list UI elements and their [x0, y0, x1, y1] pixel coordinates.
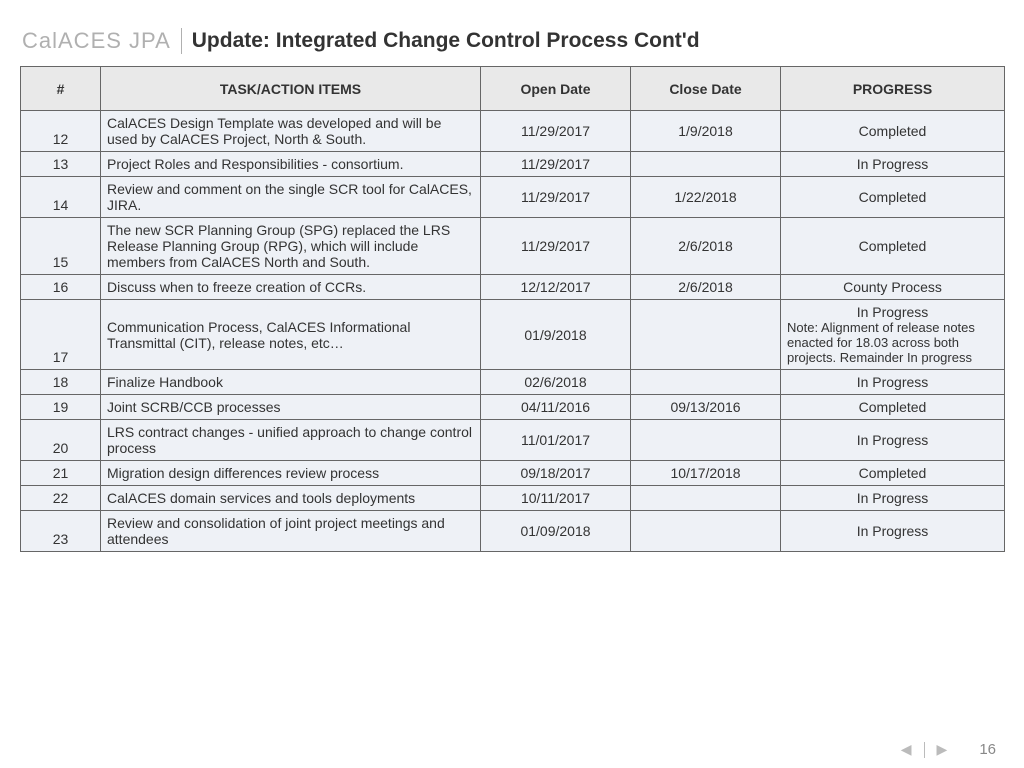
cell-task: Review and consolidation of joint projec…: [101, 511, 481, 552]
table-row: 13Project Roles and Responsibilities - c…: [21, 152, 1005, 177]
next-slide-button[interactable]: ▶: [933, 741, 952, 758]
cell-task: Communication Process, CalACES Informati…: [101, 300, 481, 370]
cell-task: Finalize Handbook: [101, 370, 481, 395]
page-number: 16: [979, 741, 996, 758]
cell-num: 21: [21, 461, 101, 486]
cell-task: Migration design differences review proc…: [101, 461, 481, 486]
cell-close-date: [631, 420, 781, 461]
cell-open-date: 11/29/2017: [481, 111, 631, 152]
cell-close-date: [631, 370, 781, 395]
cell-close-date: [631, 300, 781, 370]
cell-num: 22: [21, 486, 101, 511]
table-header-row: # TASK/ACTION ITEMS Open Date Close Date…: [21, 67, 1005, 111]
cell-num: 20: [21, 420, 101, 461]
cell-progress: In ProgressNote: Alignment of release no…: [781, 300, 1005, 370]
table-row: 14Review and comment on the single SCR t…: [21, 177, 1005, 218]
cell-open-date: 11/29/2017: [481, 218, 631, 275]
nav-separator: [924, 742, 925, 758]
cell-open-date: 09/18/2017: [481, 461, 631, 486]
cell-task: CalACES domain services and tools deploy…: [101, 486, 481, 511]
table-row: 22CalACES domain services and tools depl…: [21, 486, 1005, 511]
col-header-num: #: [21, 67, 101, 111]
cell-open-date: 10/11/2017: [481, 486, 631, 511]
table-row: 15The new SCR Planning Group (SPG) repla…: [21, 218, 1005, 275]
cell-open-date: 11/01/2017: [481, 420, 631, 461]
cell-progress: Completed: [781, 111, 1005, 152]
col-header-close: Close Date: [631, 67, 781, 111]
page-title: Update: Integrated Change Control Proces…: [182, 29, 700, 53]
cell-num: 16: [21, 275, 101, 300]
cell-num: 18: [21, 370, 101, 395]
cell-task: CalACES Design Template was developed an…: [101, 111, 481, 152]
cell-num: 19: [21, 395, 101, 420]
cell-close-date: 1/22/2018: [631, 177, 781, 218]
cell-task: Project Roles and Responsibilities - con…: [101, 152, 481, 177]
cell-task: Review and comment on the single SCR too…: [101, 177, 481, 218]
cell-close-date: 2/6/2018: [631, 275, 781, 300]
action-items-table: # TASK/ACTION ITEMS Open Date Close Date…: [20, 66, 1005, 552]
cell-progress: In Progress: [781, 486, 1005, 511]
cell-progress: Completed: [781, 218, 1005, 275]
cell-task: The new SCR Planning Group (SPG) replace…: [101, 218, 481, 275]
cell-progress: Completed: [781, 461, 1005, 486]
cell-progress: In Progress: [781, 420, 1005, 461]
cell-num: 17: [21, 300, 101, 370]
cell-num: 23: [21, 511, 101, 552]
table-row: 21Migration design differences review pr…: [21, 461, 1005, 486]
cell-progress: In Progress: [781, 511, 1005, 552]
prev-slide-button[interactable]: ◀: [897, 741, 916, 758]
cell-open-date: 01/9/2018: [481, 300, 631, 370]
col-header-progress: PROGRESS: [781, 67, 1005, 111]
cell-progress: In Progress: [781, 152, 1005, 177]
cell-open-date: 04/11/2016: [481, 395, 631, 420]
cell-close-date: [631, 511, 781, 552]
cell-open-date: 11/29/2017: [481, 177, 631, 218]
table-row: 17Communication Process, CalACES Informa…: [21, 300, 1005, 370]
table-row: 23Review and consolidation of joint proj…: [21, 511, 1005, 552]
cell-num: 15: [21, 218, 101, 275]
table-row: 20LRS contract changes - unified approac…: [21, 420, 1005, 461]
table-row: 16Discuss when to freeze creation of CCR…: [21, 275, 1005, 300]
table-row: 12CalACES Design Template was developed …: [21, 111, 1005, 152]
col-header-open: Open Date: [481, 67, 631, 111]
progress-status: In Progress: [787, 304, 998, 320]
cell-progress: Completed: [781, 177, 1005, 218]
cell-open-date: 11/29/2017: [481, 152, 631, 177]
cell-num: 13: [21, 152, 101, 177]
cell-progress: County Process: [781, 275, 1005, 300]
cell-num: 12: [21, 111, 101, 152]
cell-num: 14: [21, 177, 101, 218]
cell-close-date: 09/13/2016: [631, 395, 781, 420]
col-header-task: TASK/ACTION ITEMS: [101, 67, 481, 111]
cell-task: LRS contract changes - unified approach …: [101, 420, 481, 461]
cell-task: Joint SCRB/CCB processes: [101, 395, 481, 420]
cell-progress: In Progress: [781, 370, 1005, 395]
table-row: 19Joint SCRB/CCB processes04/11/201609/1…: [21, 395, 1005, 420]
slide-footer: ◀ ▶ 16: [897, 741, 996, 758]
cell-task: Discuss when to freeze creation of CCRs.: [101, 275, 481, 300]
slide-header: CalACES JPA Update: Integrated Change Co…: [0, 0, 1024, 66]
cell-open-date: 02/6/2018: [481, 370, 631, 395]
cell-close-date: 2/6/2018: [631, 218, 781, 275]
cell-close-date: [631, 486, 781, 511]
cell-close-date: 1/9/2018: [631, 111, 781, 152]
cell-open-date: 12/12/2017: [481, 275, 631, 300]
cell-open-date: 01/09/2018: [481, 511, 631, 552]
table-row: 18Finalize Handbook02/6/2018 In Progress: [21, 370, 1005, 395]
cell-close-date: 10/17/2018: [631, 461, 781, 486]
cell-progress: Completed: [781, 395, 1005, 420]
brand-label: CalACES JPA: [22, 28, 182, 54]
progress-note: Note: Alignment of release notes enacted…: [787, 320, 998, 365]
cell-close-date: [631, 152, 781, 177]
